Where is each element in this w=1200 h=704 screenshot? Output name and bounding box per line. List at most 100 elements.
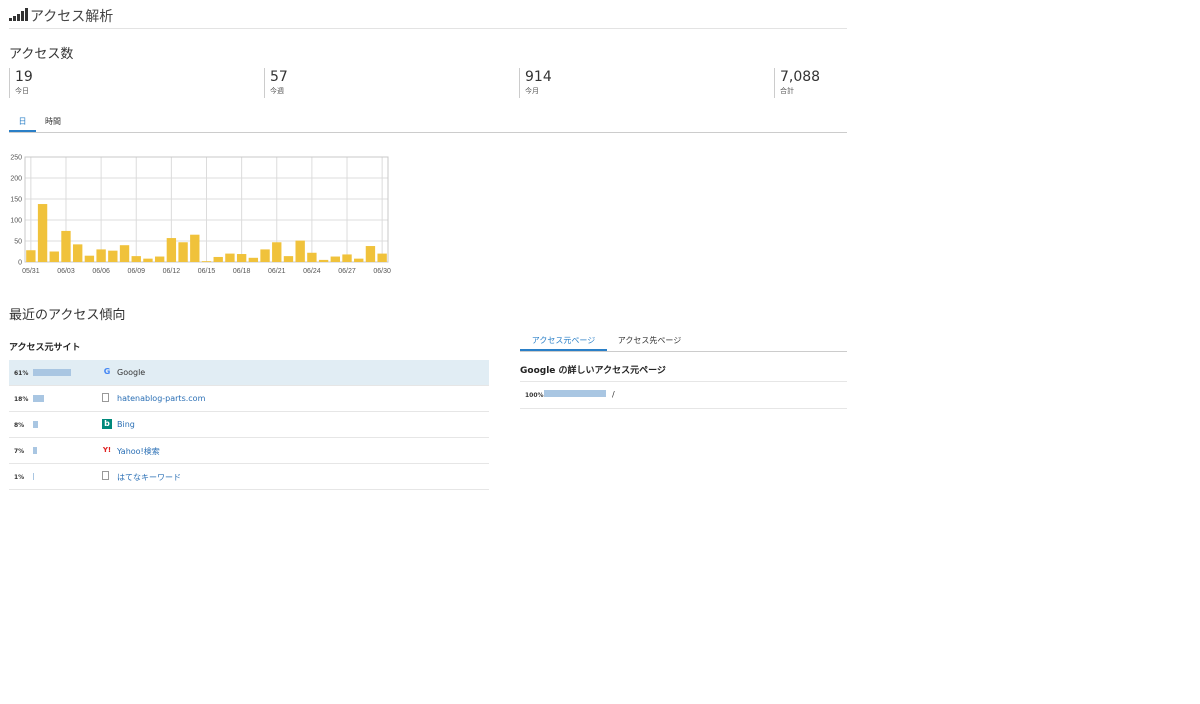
detail-title: Google の詳しいアクセス元ページ [520,366,666,376]
bing-icon: b [102,419,112,429]
detail-pct: 100% [525,392,544,399]
stat-label: 今月 [525,87,539,95]
tab-day[interactable]: 日 [9,113,36,132]
chart-bar [377,253,387,262]
y-tick-label: 150 [10,197,22,204]
tab-hour[interactable]: 時間 [38,113,68,130]
chart-bar [236,254,247,262]
page-icon [102,471,109,480]
share-bar [33,369,71,376]
share-bar [33,395,44,402]
chart-bar [365,246,376,262]
x-tick-label: 06/03 [57,268,75,275]
x-tick-label: 06/06 [92,268,110,275]
chart-bar [154,256,165,262]
stat-label: 今日 [15,87,29,95]
chart-bar [201,261,212,262]
x-tick-label: 05/31 [22,268,40,275]
chart-bar [318,259,329,262]
stat-value: 7,088 [780,69,821,85]
chart-bar [37,204,48,262]
x-tick-label: 06/21 [268,268,286,275]
source-name[interactable]: Bing [117,420,135,429]
share-bar [33,473,34,480]
y-tick-label: 250 [10,155,22,162]
source-row-hatenablog-parts[interactable]: 18% hatenablog-parts.com [9,386,489,412]
tab-referrer-page[interactable]: アクセス元ページ [520,332,607,351]
source-pct: 61% [14,370,29,377]
chart-bar [26,250,36,262]
chart-bar [166,238,177,262]
chart-bar [108,250,118,262]
chart-bar [213,256,223,262]
chart-bar [260,249,270,262]
period-tabs: 日 時間 [9,113,847,133]
source-name[interactable]: hatenablog-parts.com [117,394,205,403]
stat-value: 19 [15,69,33,85]
source-row-yahoo[interactable]: 7% Y! Yahoo!検索 [9,438,489,464]
chart-bar [330,256,340,262]
chart-bar [307,252,317,262]
chart-bar [295,240,305,262]
chart-bar [342,254,352,262]
source-pct: 1% [14,474,25,481]
access-count-title: アクセス数 [9,47,74,62]
chart-bar [73,244,83,262]
source-row-hatena-keyword[interactable]: 1% はてなキーワード [9,464,489,490]
stat-week: 57 今週 [264,68,510,98]
stat-label: 合計 [780,87,794,95]
x-tick-label: 06/27 [338,268,356,275]
daily-access-chart: 0 50 100 150 200 250 05/31 06/03 06/06 06/09 06/12… [10,155,391,276]
page-tabs: アクセス元ページ アクセス先ページ [520,332,847,352]
y-tick-label: 0 [18,260,22,267]
chart-bar [96,249,106,262]
x-tick-label: 06/12 [163,268,181,275]
chart-bar [272,242,282,262]
stat-today: 19 今日 [9,68,255,98]
signal-bars-icon [9,8,28,21]
detail-path[interactable]: / [612,390,615,399]
source-name[interactable]: Yahoo!検索 [117,446,160,457]
detail-row: 100% / [520,381,847,409]
chart-bar [61,230,71,262]
y-tick-label: 50 [14,239,22,246]
page-icon [102,393,109,402]
chart-bar [143,258,153,262]
source-pct: 8% [14,422,25,429]
source-name[interactable]: はてなキーワード [117,472,181,483]
chart-bar [178,242,188,262]
chart-bar [119,245,130,262]
chart-bar [354,258,364,262]
sources-title: アクセス元サイト [9,343,81,353]
source-row-google[interactable]: 61% G Google [9,360,489,386]
x-tick-label: 06/18 [233,268,251,275]
x-tick-label: 06/09 [127,268,145,275]
y-tick-label: 100 [10,218,22,225]
chart-bar [248,257,259,262]
chart-bar [84,255,95,262]
stat-total: 7,088 合計 [774,68,846,98]
stat-label: 今週 [270,87,284,95]
x-tick-label: 06/30 [373,268,391,275]
google-icon: G [103,367,111,376]
share-bar [33,447,37,454]
source-pct: 18% [14,396,29,403]
page-title: アクセス解析 [30,9,114,25]
share-bar [544,390,606,397]
share-bar [33,421,38,428]
chart-bar [131,256,141,262]
stat-month: 914 今月 [519,68,765,98]
x-tick-label: 06/24 [303,268,321,275]
y-tick-label: 200 [10,176,22,183]
source-name[interactable]: Google [117,368,145,377]
tab-landing-page[interactable]: アクセス先ページ [612,332,687,349]
stat-value: 914 [525,69,552,85]
chart-bar [225,253,235,262]
source-list: 61% G Google 18% hatenablog-parts.com 8%… [9,360,489,490]
source-row-bing[interactable]: 8% b Bing [9,412,489,438]
source-pct: 7% [14,448,25,455]
x-tick-label: 06/15 [198,268,216,275]
chart-bar [49,251,59,262]
yahoo-icon: Y! [102,446,112,454]
page-header: アクセス解析 [9,6,847,29]
